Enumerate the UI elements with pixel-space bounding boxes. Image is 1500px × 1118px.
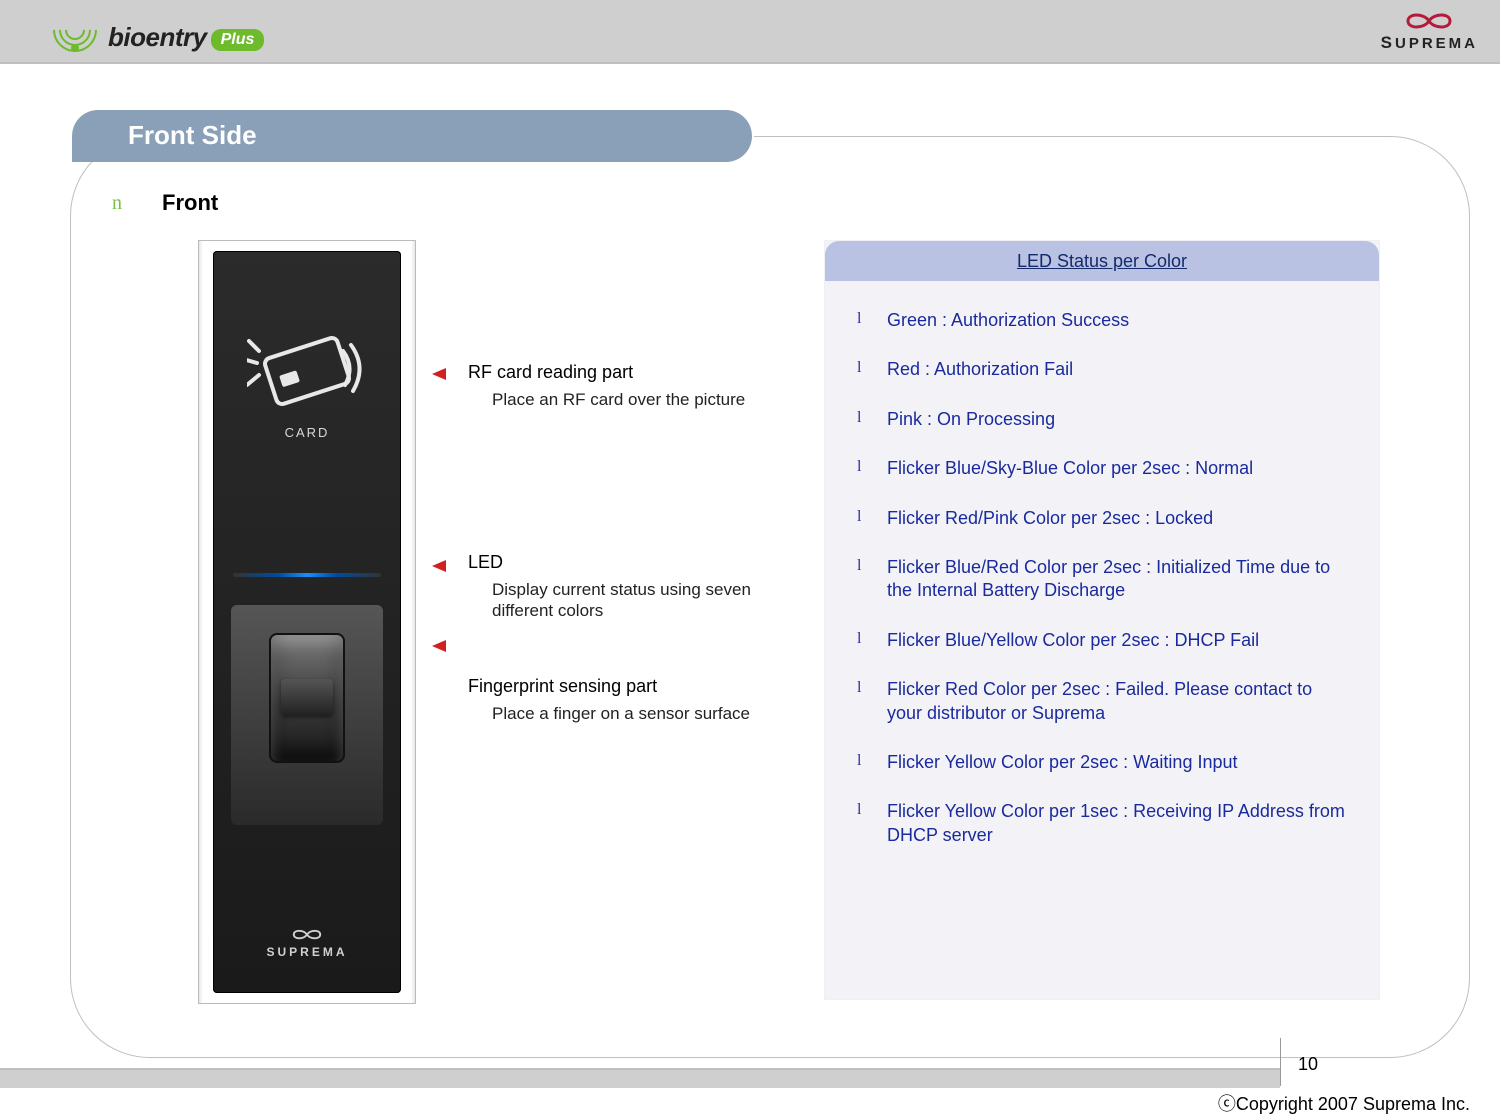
callout-led-desc: Display current status using seven diffe…: [468, 579, 788, 622]
led-status-box: LED Status per Color l Green : Authorizat…: [824, 240, 1380, 1000]
led-status-item: l Flicker Red Color per 2sec : Failed. Pl…: [857, 678, 1347, 725]
led-status-text: Flicker Red Color per 2sec : Failed. Ple…: [887, 678, 1347, 725]
arrow-rf-icon: [432, 368, 446, 380]
led-bullet: l: [857, 457, 865, 480]
callout-rf: RF card reading part Place an RF card ov…: [468, 362, 788, 410]
led-status-text: Flicker Yellow Color per 1sec : Receivin…: [887, 800, 1347, 847]
section-bullet: n: [112, 192, 122, 215]
led-status-item: l Flicker Red/Pink Color per 2sec : Locke…: [857, 507, 1347, 530]
callout-led-title: LED: [468, 552, 788, 573]
device-led-strip: [233, 573, 381, 577]
arrow-led-icon: [432, 560, 446, 572]
bioentry-logo-icon: [50, 8, 102, 54]
led-status-title: LED Status per Color: [825, 241, 1379, 281]
footer-divider: [1280, 1038, 1281, 1086]
led-bullet: l: [857, 556, 865, 603]
led-bullet: l: [857, 309, 865, 332]
led-status-item: l Flicker Blue/Red Color per 2sec : Initi…: [857, 556, 1347, 603]
led-bullet: l: [857, 408, 865, 431]
device-suprema-loop-icon: [290, 927, 324, 943]
brand-plus-badge: Plus: [211, 29, 265, 51]
section-heading: n Front: [112, 190, 218, 216]
brand-text: bioentry Plus: [108, 22, 264, 53]
led-bullet: l: [857, 358, 865, 381]
led-bullet: l: [857, 678, 865, 725]
callout-fp: Fingerprint sensing part Place a finger …: [468, 676, 788, 724]
led-status-text: Flicker Blue/Yellow Color per 2sec : DHC…: [887, 629, 1259, 652]
led-status-item: l Flicker Yellow Color per 1sec : Receivi…: [857, 800, 1347, 847]
device-body: CARD SUPREMA: [213, 251, 401, 993]
led-status-text: Flicker Blue/Red Color per 2sec : Initia…: [887, 556, 1347, 603]
device-brand: SUPREMA: [213, 927, 401, 959]
callout-rf-desc: Place an RF card over the picture: [468, 389, 788, 410]
callout-fp-desc: Place a finger on a sensor surface: [468, 703, 788, 724]
copyright-text: ⓒCopyright 2007 Suprema Inc.: [0, 1090, 1470, 1116]
slide-title-pill: Front Side: [72, 110, 752, 162]
led-bullet: l: [857, 507, 865, 530]
led-status-text: Red : Authorization Fail: [887, 358, 1073, 381]
led-status-item: l Pink : On Processing: [857, 408, 1347, 431]
led-status-text: Green : Authorization Success: [887, 309, 1129, 332]
led-status-text: Flicker Red/Pink Color per 2sec : Locked: [887, 507, 1213, 530]
brand-main-text: bioentry: [108, 22, 207, 53]
led-status-item: l Flicker Yellow Color per 2sec : Waiting…: [857, 751, 1347, 774]
led-bullet: l: [857, 751, 865, 774]
led-bullet: l: [857, 629, 865, 652]
device-card-label: CARD: [213, 425, 401, 440]
led-status-item: l Green : Authorization Success: [857, 309, 1347, 332]
callout-led: LED Display current status using seven d…: [468, 552, 788, 622]
suprema-logo: SUPREMA: [1381, 9, 1478, 53]
header-bar: bioentry Plus SUPREMA: [0, 0, 1500, 64]
arrow-fp-icon: [432, 640, 446, 652]
led-status-list: l Green : Authorization Success l Red : Aut…: [825, 281, 1379, 883]
device-illustration: CARD SUPREMA: [198, 240, 416, 1004]
suprema-loop-icon: [1402, 9, 1456, 33]
slide-stage: Front Side n Front CARD: [0, 64, 1500, 1068]
slide-title-text: Front Side: [128, 120, 257, 150]
device-fp-sensor: [269, 633, 345, 763]
led-status-item: l Red : Authorization Fail: [857, 358, 1347, 381]
device-fp-housing: [231, 605, 383, 825]
page-number: 10: [1298, 1054, 1318, 1075]
footer: 10 ⓒCopyright 2007 Suprema Inc.: [0, 1068, 1500, 1118]
callout-rf-title: RF card reading part: [468, 362, 788, 383]
led-bullet: l: [857, 800, 865, 847]
footer-bar: [0, 1068, 1280, 1088]
device-brand-word: SUPREMA: [266, 945, 347, 959]
led-status-item: l Flicker Blue/Yellow Color per 2sec : DH…: [857, 629, 1347, 652]
callout-fp-title: Fingerprint sensing part: [468, 676, 788, 697]
led-status-text: Pink : On Processing: [887, 408, 1055, 431]
section-title: Front: [162, 190, 218, 216]
brand-block: bioentry Plus: [50, 8, 264, 54]
led-status-text: Flicker Blue/Sky-Blue Color per 2sec : N…: [887, 457, 1253, 480]
led-status-item: l Flicker Blue/Sky-Blue Color per 2sec : …: [857, 457, 1347, 480]
led-status-text: Flicker Yellow Color per 2sec : Waiting …: [887, 751, 1238, 774]
card-icon: [247, 321, 367, 421]
suprema-word: SUPREMA: [1381, 33, 1478, 53]
